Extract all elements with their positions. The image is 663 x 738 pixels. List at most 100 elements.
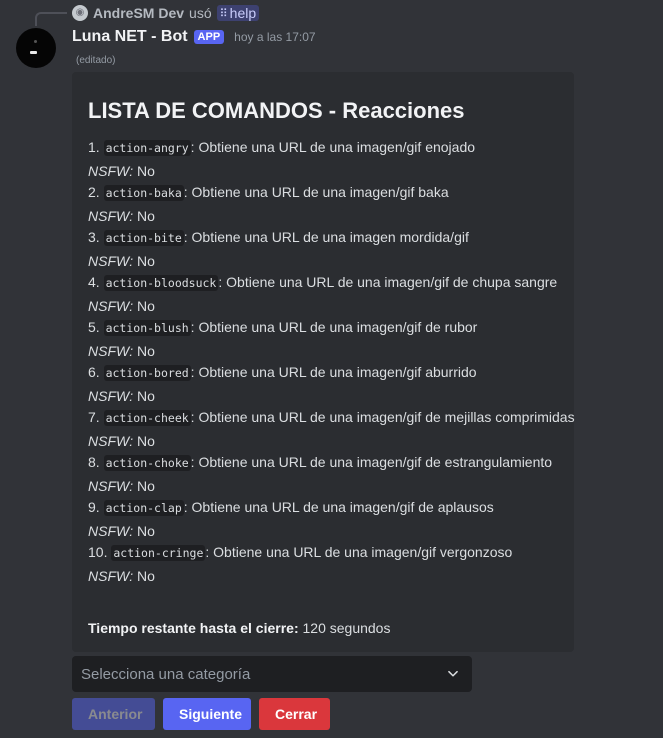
nsfw-line: NSFW: No — [88, 475, 568, 498]
command-item: 3. action-bite: Obtiene una URL de una i… — [88, 226, 568, 271]
previous-button[interactable]: Anterior — [72, 698, 155, 730]
command-description: : Obtiene una URL de una imagen/gif baka — [183, 184, 449, 200]
command-item: 8. action-choke: Obtiene una URL de una … — [88, 451, 568, 496]
command-line: 4. action-bloodsuck: Obtiene una URL de … — [88, 271, 568, 295]
nsfw-value: No — [137, 432, 155, 449]
command-number: 7. — [88, 409, 100, 425]
command-line: 6. action-bored: Obtiene una URL de una … — [88, 361, 568, 385]
command-line: 7. action-cheek: Obtiene una URL de una … — [88, 406, 575, 430]
command-item: 7. action-cheek: Obtiene una URL de una … — [88, 406, 575, 453]
nsfw-label: NSFW: — [88, 387, 134, 404]
action-buttons: Anterior Siguiente Cerrar — [72, 698, 330, 730]
nsfw-value: No — [137, 162, 155, 179]
command-name: action-cheek — [103, 410, 191, 426]
app-badge: APP — [193, 30, 225, 44]
command-number: 2. — [88, 184, 100, 200]
command-description: : Obtiene una URL de una imagen/gif abur… — [190, 364, 477, 380]
command-number: 6. — [88, 364, 100, 380]
command-description: : Obtiene una URL de una imagen/gif de a… — [183, 499, 494, 515]
embed-title: LISTA DE COMANDOS - Reacciones — [88, 98, 465, 123]
command-line: 9. action-clap: Obtiene una URL de una i… — [88, 496, 568, 520]
command-description: : Obtiene una URL de una imagen/gif de r… — [190, 319, 478, 335]
command-description: : Obtiene una URL de una imagen/gif de m… — [190, 409, 575, 425]
command-line: 2. action-baka: Obtiene una URL de una i… — [88, 181, 568, 205]
command-description: : Obtiene una URL de una imagen/gif enoj… — [190, 139, 476, 155]
bot-avatar[interactable] — [16, 28, 56, 68]
command-name: action-baka — [103, 185, 184, 201]
command-name: action-bored — [103, 365, 191, 381]
nsfw-label: NSFW: — [88, 207, 134, 224]
command-number: 10. — [88, 544, 108, 560]
reply-connector — [35, 12, 67, 26]
nsfw-label: NSFW: — [88, 567, 134, 584]
reply-action-text: usó — [189, 5, 212, 21]
select-placeholder: Selecciona una categoría — [81, 665, 251, 683]
command-item: 10. action-cringe: Obtiene una URL de un… — [88, 541, 568, 586]
command-item: 1. action-angry: Obtiene una URL de una … — [88, 136, 568, 181]
command-description: : Obtiene una URL de una imagen/gif verg… — [205, 544, 513, 560]
nsfw-line: NSFW: No — [88, 565, 568, 588]
reply-context[interactable]: ◉ AndreSM Dev usó ⠿ help — [72, 4, 260, 22]
nsfw-value: No — [137, 387, 155, 404]
author-name[interactable]: Luna NET - Bot — [72, 28, 188, 46]
command-name: action-cringe — [111, 545, 206, 561]
next-button[interactable]: Siguiente — [163, 698, 251, 730]
nsfw-label: NSFW: — [88, 432, 134, 449]
nsfw-label: NSFW: — [88, 477, 134, 494]
nsfw-line: NSFW: No — [88, 430, 568, 453]
command-description: : Obtiene una URL de una imagen/gif de c… — [218, 274, 558, 290]
embed-footer: Tiempo restante hasta el cierre: 120 seg… — [88, 620, 390, 636]
command-item: 4. action-bloodsuck: Obtiene una URL de … — [88, 271, 568, 316]
nsfw-line: NSFW: No — [88, 340, 568, 363]
message-timestamp: hoy a las 17:07 — [234, 30, 316, 44]
edited-label: (editado) — [76, 55, 116, 66]
command-name: action-bloodsuck — [103, 275, 219, 291]
command-item: 2. action-baka: Obtiene una URL de una i… — [88, 181, 568, 226]
nsfw-label: NSFW: — [88, 342, 134, 359]
nsfw-line: NSFW: No — [88, 250, 568, 273]
footer-value: 120 segundos — [302, 620, 391, 636]
command-number: 4. — [88, 274, 100, 290]
command-name: action-clap — [103, 500, 184, 516]
nsfw-value: No — [137, 477, 155, 494]
slash-command-icon: ⠿ — [219, 7, 228, 20]
nsfw-line: NSFW: No — [88, 205, 568, 228]
nsfw-label: NSFW: — [88, 297, 134, 314]
command-line: 10. action-cringe: Obtiene una URL de un… — [88, 541, 568, 565]
embed-card: LISTA DE COMANDOS - Reacciones 1. action… — [72, 72, 575, 652]
command-item: 9. action-clap: Obtiene una URL de una i… — [88, 496, 568, 541]
nsfw-value: No — [137, 297, 155, 314]
category-select[interactable]: Selecciona una categoría — [72, 656, 472, 692]
command-line: 8. action-choke: Obtiene una URL de una … — [88, 451, 568, 475]
command-name: action-angry — [103, 140, 191, 156]
nsfw-value: No — [137, 522, 155, 539]
chevron-down-icon — [448, 670, 458, 677]
default-avatar-icon[interactable]: ◉ — [72, 5, 88, 21]
nsfw-line: NSFW: No — [88, 385, 568, 408]
command-item: 5. action-blush: Obtiene una URL de una … — [88, 316, 568, 361]
command-item: 6. action-bored: Obtiene una URL de una … — [88, 361, 568, 406]
reply-username[interactable]: AndreSM Dev — [93, 5, 184, 21]
command-name: action-blush — [103, 320, 191, 336]
nsfw-line: NSFW: No — [88, 295, 568, 318]
nsfw-label: NSFW: — [88, 252, 134, 269]
close-button[interactable]: Cerrar — [259, 698, 330, 730]
message-header: Luna NET - Bot APP hoy a las 17:07 — [72, 26, 316, 48]
slash-command-mention[interactable]: ⠿ help — [216, 5, 260, 21]
command-line: 5. action-blush: Obtiene una URL de una … — [88, 316, 568, 340]
nsfw-value: No — [137, 567, 155, 584]
command-line: 3. action-bite: Obtiene una URL de una i… — [88, 226, 568, 250]
nsfw-label: NSFW: — [88, 162, 134, 179]
command-name: action-choke — [103, 455, 191, 471]
command-list: 1. action-angry: Obtiene una URL de una … — [88, 136, 575, 586]
slash-command-name: help — [229, 5, 257, 21]
command-line: 1. action-angry: Obtiene una URL de una … — [88, 136, 568, 160]
command-description: : Obtiene una URL de una imagen/gif de e… — [190, 454, 553, 470]
command-description: : Obtiene una URL de una imagen mordida/… — [183, 229, 469, 245]
footer-label: Tiempo restante hasta el cierre: — [88, 620, 299, 636]
command-number: 5. — [88, 319, 100, 335]
command-number: 3. — [88, 229, 100, 245]
command-name: action-bite — [103, 230, 184, 246]
nsfw-value: No — [137, 207, 155, 224]
command-number: 8. — [88, 454, 100, 470]
